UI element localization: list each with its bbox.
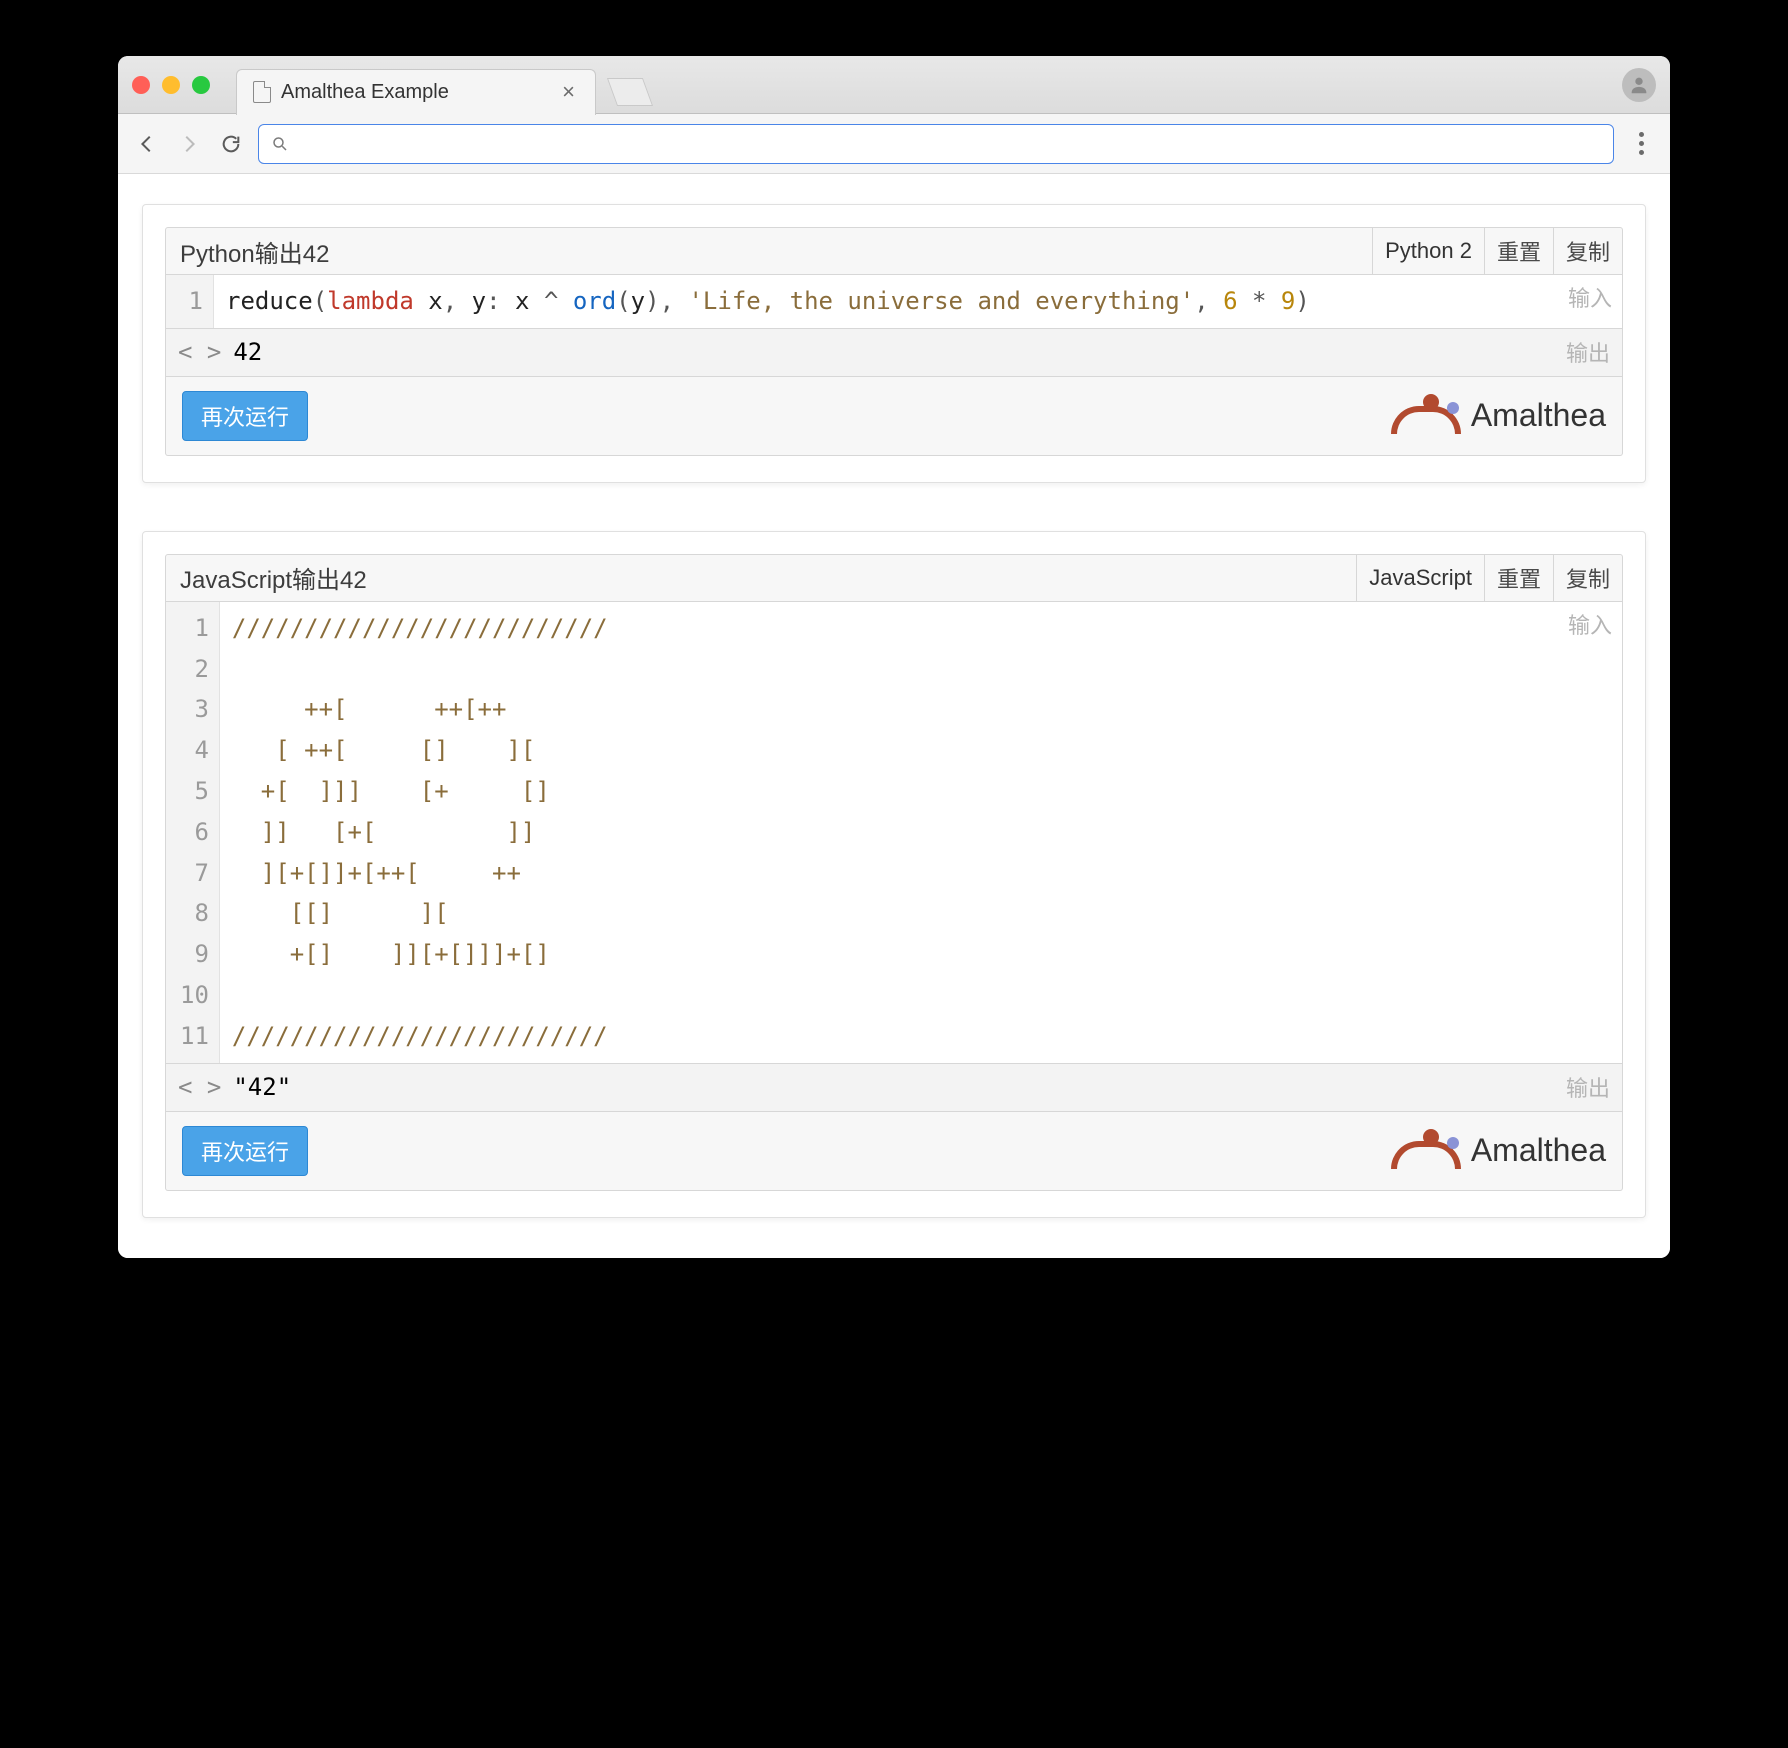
reset-button[interactable]: 重置 (1484, 555, 1553, 601)
brand-name: Amalthea (1471, 1132, 1606, 1169)
code-text[interactable]: reduce(lambda x, y: x ^ ord(y), 'Life, t… (214, 275, 1622, 328)
browser-tab[interactable]: Amalthea Example × (236, 69, 596, 115)
brand: Amalthea (1391, 1131, 1606, 1171)
output-label: 输出 (1566, 336, 1610, 368)
titlebar: Amalthea Example × (118, 56, 1670, 114)
window-maximize-button[interactable] (192, 76, 210, 94)
cell-python: Python输出42 Python 2 重置 复制 1 reduce(lambd… (142, 204, 1646, 483)
output-value: "42" (233, 1073, 291, 1101)
page-content: Python输出42 Python 2 重置 复制 1 reduce(lambd… (118, 174, 1670, 1258)
output-value: 42 (233, 338, 262, 366)
profile-avatar[interactable] (1622, 68, 1656, 102)
nav-back-button[interactable] (132, 129, 162, 159)
browser-window: Amalthea Example × Pytho (118, 56, 1670, 1258)
code-text[interactable]: ////////////////////////// ++[ ++[++ [ +… (220, 602, 1622, 1063)
reset-button[interactable]: 重置 (1484, 228, 1553, 274)
line-gutter: 1 (166, 275, 214, 328)
nav-forward-button[interactable] (174, 129, 204, 159)
tab-title: Amalthea Example (281, 81, 548, 104)
output-row: < > 42 输出 (165, 329, 1623, 377)
window-minimize-button[interactable] (162, 76, 180, 94)
browser-menu-button[interactable] (1626, 132, 1656, 155)
output-label: 输出 (1566, 1071, 1610, 1103)
browser-toolbar (118, 114, 1670, 174)
cell-footer: 再次运行 Amalthea (165, 377, 1623, 456)
window-close-button[interactable] (132, 76, 150, 94)
input-label: 输入 (1568, 281, 1612, 318)
run-again-button[interactable]: 再次运行 (182, 391, 308, 441)
language-chip[interactable]: Python 2 (1372, 228, 1484, 274)
run-again-button[interactable]: 再次运行 (182, 1126, 308, 1176)
cell-header: Python输出42 Python 2 重置 复制 (165, 227, 1623, 275)
input-label: 输入 (1568, 608, 1612, 645)
brand-name: Amalthea (1471, 397, 1606, 434)
brand-logo-icon (1391, 1131, 1461, 1171)
new-tab-button[interactable] (607, 78, 653, 106)
line-gutter: 1234567891011 (166, 602, 220, 1063)
window-controls (132, 76, 210, 94)
brand-logo-icon (1391, 396, 1461, 436)
language-chip[interactable]: JavaScript (1356, 555, 1484, 601)
cell-title: JavaScript输出42 (166, 560, 1356, 595)
output-icon: < > (178, 338, 221, 366)
brand: Amalthea (1391, 396, 1606, 436)
address-bar[interactable] (258, 124, 1614, 164)
tab-close-button[interactable]: × (558, 79, 579, 105)
cell-header: JavaScript输出42 JavaScript 重置 复制 (165, 554, 1623, 602)
copy-button[interactable]: 复制 (1553, 228, 1622, 274)
cell-javascript: JavaScript输出42 JavaScript 重置 复制 12345678… (142, 531, 1646, 1218)
search-icon (271, 135, 289, 153)
cell-footer: 再次运行 Amalthea (165, 1112, 1623, 1191)
cell-title: Python输出42 (166, 234, 1372, 269)
code-editor[interactable]: 1 reduce(lambda x, y: x ^ ord(y), 'Life,… (165, 275, 1623, 329)
url-input[interactable] (299, 133, 1601, 154)
nav-reload-button[interactable] (216, 129, 246, 159)
copy-button[interactable]: 复制 (1553, 555, 1622, 601)
code-editor[interactable]: 1234567891011 //////////////////////////… (165, 602, 1623, 1064)
file-icon (253, 81, 271, 103)
output-icon: < > (178, 1073, 221, 1101)
output-row: < > "42" 输出 (165, 1064, 1623, 1112)
